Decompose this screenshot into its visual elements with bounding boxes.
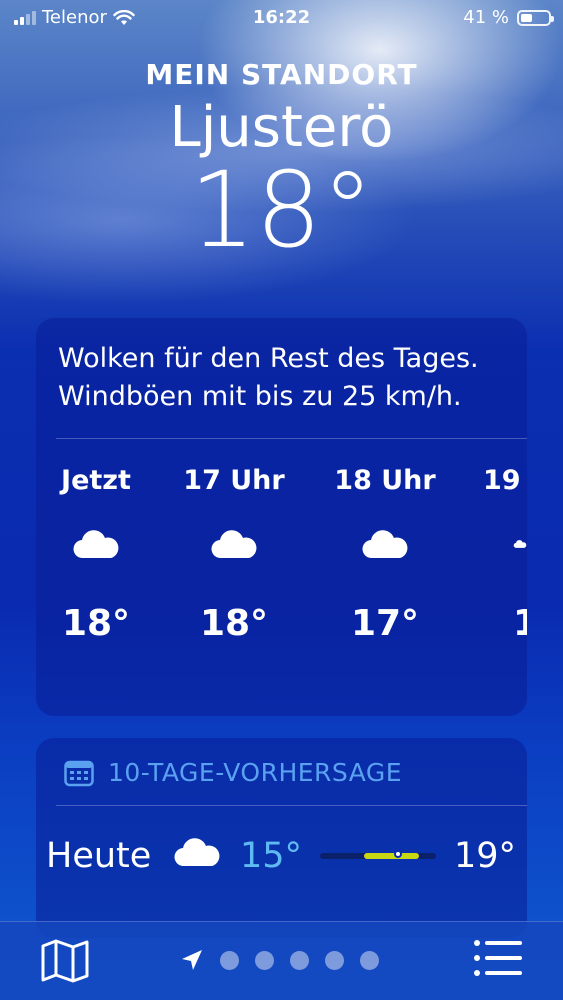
hour-item: 19 17 [440, 465, 527, 644]
hour-temp: 18° [61, 603, 131, 644]
hour-label: 18 Uhr [334, 465, 436, 496]
weather-summary: Wolken für den Rest des Tages. Windböen … [58, 343, 479, 412]
map-icon [41, 939, 89, 983]
list-icon [474, 940, 522, 976]
hour-temp: 17° [350, 603, 420, 644]
location-label: MEIN STANDORT [145, 58, 418, 91]
location-header: MEIN STANDORT Ljusterö 18° [0, 58, 563, 265]
cloud-icon [36, 529, 161, 569]
ten-day-forecast-card[interactable]: 10-TAGE-VORHERSAGE Heute 15° 19° [36, 738, 527, 938]
status-bar: Telenor 16:22 41 % [0, 0, 563, 36]
page-dot[interactable] [325, 950, 344, 970]
hour-label: Jetzt [61, 465, 131, 496]
current-temp-marker [394, 850, 402, 858]
day-high-temp: 19° [454, 836, 517, 876]
map-button[interactable] [40, 938, 90, 988]
hour-label: 19 [483, 465, 521, 496]
battery-percent: 41 % [463, 7, 509, 28]
cloud-icon [172, 836, 222, 876]
current-temperature: 18° [189, 149, 374, 271]
page-dot[interactable] [360, 950, 379, 970]
hour-item: Jetzt 18° [36, 465, 161, 644]
battery-icon [517, 9, 554, 26]
hour-label: 17 Uhr [183, 465, 285, 496]
day-low-temp: 15° [240, 836, 303, 876]
cloud-icon [320, 529, 450, 569]
page-dot[interactable] [290, 950, 309, 970]
page-dot[interactable] [255, 950, 274, 970]
hour-temp: 17 [513, 603, 527, 644]
calendar-icon [64, 760, 94, 786]
forecast-title: 10-TAGE-VORHERSAGE [108, 758, 403, 787]
forecast-header: 10-TAGE-VORHERSAGE [36, 738, 527, 805]
hour-item: 18 Uhr 17° [320, 465, 450, 644]
forecast-day-row[interactable]: Heute 15° 19° [36, 806, 527, 876]
divider [56, 438, 527, 439]
page-dot[interactable] [220, 950, 239, 970]
hour-temp: 18° [199, 603, 269, 644]
cloud-icon [169, 529, 299, 569]
bottom-toolbar [0, 921, 563, 1000]
page-indicator[interactable] [180, 948, 379, 972]
cloud-icon [513, 529, 527, 569]
location-arrow-icon [182, 950, 202, 970]
hourly-list[interactable]: Jetzt 18° 17 Uhr 18° 18 Uhr 17° 19 1 [36, 465, 527, 695]
hourly-forecast-card[interactable]: Wolken für den Rest des Tages. Windböen … [36, 318, 527, 716]
range-fill [364, 853, 419, 859]
temperature-range-bar [320, 850, 436, 859]
city-list-button[interactable] [473, 938, 523, 982]
hour-item: 17 Uhr 18° [169, 465, 299, 644]
day-name: Heute [46, 836, 152, 876]
